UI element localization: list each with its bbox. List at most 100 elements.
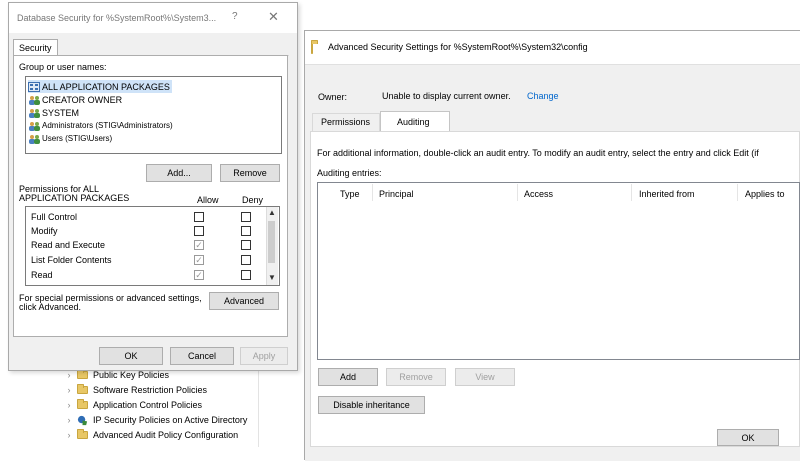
advanced-ok-button[interactable]: OK [717,429,779,446]
chevron-right-icon[interactable]: › [64,385,74,395]
change-owner-link[interactable]: Change [527,91,559,101]
allow-header: Allow [197,195,219,205]
user-item-system[interactable]: SYSTEM [28,106,79,119]
permissions-label-line2: APPLICATION PACKAGES [19,193,130,203]
permission-row-full-control: Full Control [26,210,272,225]
add-user-button[interactable]: Add... [146,164,212,182]
dialog-titlebar[interactable]: Advanced Security Settings for %SystemRo… [305,31,800,64]
deny-checkbox[interactable] [241,240,251,250]
dialog-title: Database Security for %SystemRoot%\Syste… [17,13,217,23]
chevron-right-icon[interactable]: › [64,430,74,440]
user-name: Administrators (STIG\Administrators) [42,121,173,130]
ok-button[interactable]: OK [99,347,163,365]
auditing-entries-table[interactable]: Type Principal Access Inherited from App… [317,182,800,360]
tree-item-advanced-audit-policy[interactable]: › Advanced Audit Policy Configuration [64,428,238,442]
permission-name: List Folder Contents [31,255,112,265]
tree-item-label: Public Key Policies [93,370,170,380]
cancel-button[interactable]: Cancel [170,347,234,365]
chevron-right-icon[interactable]: › [64,415,74,425]
column-header-access[interactable]: Access [524,189,553,199]
disable-inheritance-button[interactable]: Disable inheritance [318,396,425,414]
remove-audit-button[interactable]: Remove [386,368,446,386]
console-tree: › Public Key Policies › Software Restric… [0,363,300,447]
user-item-creator-owner[interactable]: CREATOR OWNER [28,93,122,106]
security-policy-icon [77,415,88,425]
user-name: SYSTEM [42,107,80,118]
permission-row-read: Read ✓ [26,268,272,283]
allow-checkbox[interactable]: ✓ [194,255,204,265]
info-text: For additional information, double-click… [317,148,759,158]
remove-user-button[interactable]: Remove [220,164,280,182]
user-item-administrators[interactable]: Administrators (STIG\Administrators) [28,119,173,132]
column-separator [372,184,373,201]
advanced-button[interactable]: Advanced [209,292,279,310]
user-item-users[interactable]: Users (STIG\Users) [28,132,112,145]
help-icon[interactable]: ? [232,11,238,22]
column-header-type[interactable]: Type [340,189,360,199]
permission-row-modify: Modify [26,224,272,239]
auditing-entries-label: Auditing entries: [317,168,382,178]
scroll-thumb[interactable] [268,221,275,263]
column-header-applies-to[interactable]: Applies to [745,189,785,199]
permission-row-read-execute: Read and Execute ✓ [26,238,272,253]
tree-item-software-restriction-policies[interactable]: › Software Restriction Policies [64,383,207,397]
permission-name: Read and Execute [31,240,106,250]
tab-security[interactable]: Security [13,39,58,56]
apply-button[interactable]: Apply [240,347,288,365]
user-name: Users (STIG\Users) [42,134,113,143]
permission-row-list-folder: List Folder Contents ✓ [26,253,272,268]
allow-checkbox[interactable]: ✓ [194,240,204,250]
folder-icon [311,42,313,54]
permissions-label: Permissions for ALL APPLICATION PACKAGES [19,185,129,203]
scroll-down-icon[interactable]: ▼ [268,273,276,282]
dialog-titlebar[interactable]: Database Security for %SystemRoot%\Syste… [9,3,297,33]
column-separator [737,184,738,201]
tree-item-application-control-policies[interactable]: › Application Control Policies [64,398,202,412]
allow-checkbox[interactable]: ✓ [194,270,204,280]
deny-checkbox[interactable] [241,212,251,222]
deny-checkbox[interactable] [241,255,251,265]
deny-checkbox[interactable] [241,270,251,280]
group-label: Group or user names: [19,62,107,72]
user-name: ALL APPLICATION PACKAGES [42,81,170,92]
deny-header: Deny [242,195,264,205]
scroll-up-icon[interactable]: ▲ [268,208,276,217]
owner-value: Unable to display current owner. [382,91,511,101]
permission-name: Read [31,270,53,280]
close-icon[interactable]: ✕ [268,9,279,25]
chevron-right-icon[interactable]: › [64,370,74,380]
chevron-right-icon[interactable]: › [64,400,74,410]
users-icon [29,95,40,105]
user-name: CREATOR OWNER [42,94,123,105]
permission-name: Modify [31,226,58,236]
column-header-principal[interactable]: Principal [379,189,414,199]
users-icon [29,121,40,131]
allow-checkbox[interactable] [194,212,204,222]
tab-auditing[interactable]: Auditing [380,111,450,132]
column-header-inherited-from[interactable]: Inherited from [639,189,695,199]
tree-item-label: IP Security Policies on Active Directory [93,415,248,425]
permissions-list[interactable]: Full Control Modify Read and Execute ✓ L… [25,206,280,286]
add-audit-button[interactable]: Add [318,368,378,386]
user-list[interactable]: ALL APPLICATION PACKAGES CREATOR OWNER S… [25,76,282,154]
tab-permissions[interactable]: Permissions [312,113,380,131]
view-audit-button[interactable]: View [455,368,515,386]
special-permissions-text: For special permissions or advanced sett… [19,294,202,312]
users-icon [29,134,40,144]
tree-item-label: Software Restriction Policies [93,385,208,395]
column-separator [517,184,518,201]
tree-item-label: Application Control Policies [93,400,203,410]
user-item-all-application-packages[interactable]: ALL APPLICATION PACKAGES [28,80,172,93]
app-packages-icon [28,81,40,92]
tree-item-ip-security-policies[interactable]: › IP Security Policies on Active Directo… [64,413,248,427]
folder-icon [77,399,88,409]
folder-icon [77,384,88,394]
deny-checkbox[interactable] [241,226,251,236]
dialog-title: Advanced Security Settings for %SystemRo… [328,42,588,52]
pane-divider [258,363,259,447]
folder-icon [77,429,88,439]
tree-item-label: Advanced Audit Policy Configuration [93,430,239,440]
allow-checkbox[interactable] [194,226,204,236]
special-line2: click Advanced. [19,302,82,312]
column-separator [631,184,632,201]
